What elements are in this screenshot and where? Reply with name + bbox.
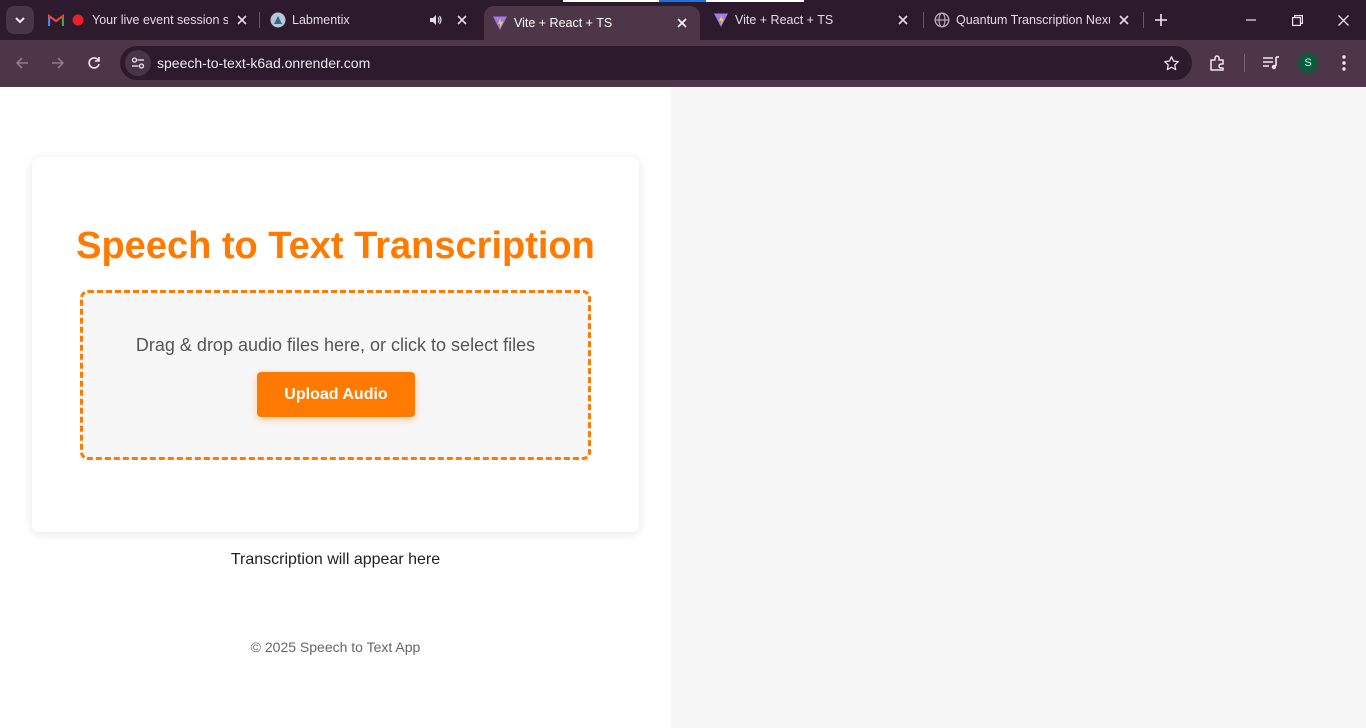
restore-icon <box>1291 14 1303 26</box>
close-icon <box>1337 14 1349 26</box>
tab-title: Vite + React + TS <box>735 13 834 27</box>
tab-loading-indicator <box>659 0 706 2</box>
dropzone-instructions: Drag & drop audio files here, or click t… <box>135 335 536 355</box>
media-controls-button[interactable] <box>1260 52 1282 74</box>
toolbar-separator <box>1244 54 1245 72</box>
tab-search-button[interactable] <box>6 6 34 34</box>
tab-title: Your live event session st <box>92 13 228 27</box>
tab-title: Vite + React + TS <box>514 16 613 30</box>
footer-copyright: © 2025 Speech to Text App <box>250 639 421 655</box>
reload-button[interactable] <box>79 48 109 78</box>
new-tab-button[interactable] <box>1144 0 1178 40</box>
close-icon[interactable] <box>234 12 250 28</box>
plus-icon <box>1155 14 1167 26</box>
restore-button[interactable] <box>1274 0 1320 40</box>
minimize-button[interactable] <box>1228 0 1274 40</box>
tab-loading-indicator <box>563 0 659 2</box>
tab-separator <box>259 12 260 28</box>
tab-quantum-transcription[interactable]: Quantum Transcription Nexu <box>928 0 1138 40</box>
tab-separator <box>923 12 924 28</box>
tab-title: Labmentix <box>292 13 350 27</box>
puzzle-icon <box>1210 55 1224 71</box>
close-icon[interactable] <box>1116 12 1132 28</box>
chevron-down-icon <box>15 17 25 24</box>
menu-button[interactable] <box>1333 52 1355 74</box>
browser-toolbar: speech-to-text-k6ad.onrender.com <box>0 40 1366 87</box>
transcription-output: Transcription will appear here <box>230 551 441 568</box>
extensions-button[interactable] <box>1207 52 1229 74</box>
page-title: Speech to Text Transcription <box>76 225 595 267</box>
tab-title: Quantum Transcription Nexu <box>956 13 1110 27</box>
bookmark-star-icon[interactable] <box>1162 54 1180 72</box>
arrow-left-icon <box>15 57 28 69</box>
tab-gmail[interactable]: Your live event session st <box>46 0 256 40</box>
vite-icon <box>713 12 729 28</box>
labmentix-icon <box>270 12 286 28</box>
reload-icon <box>88 57 100 69</box>
tab-vite-active[interactable]: Vite + React + TS <box>484 6 700 40</box>
forward-button[interactable] <box>43 48 73 78</box>
app-right-panel <box>671 87 1366 728</box>
arrow-right-icon <box>52 57 65 69</box>
close-icon[interactable] <box>895 12 911 28</box>
vite-icon <box>492 15 508 31</box>
url-text: speech-to-text-k6ad.onrender.com <box>157 55 371 71</box>
tab-labmentix[interactable]: Labmentix <box>266 0 476 40</box>
site-info-button[interactable] <box>125 50 151 76</box>
upload-audio-button[interactable]: Upload Audio <box>257 372 415 417</box>
tune-icon <box>131 57 145 69</box>
profile-avatar[interactable]: S <box>1298 53 1318 73</box>
speaker-icon[interactable] <box>428 12 444 28</box>
address-bar[interactable]: speech-to-text-k6ad.onrender.com <box>120 46 1192 80</box>
tab-vite[interactable]: Vite + React + TS <box>704 0 920 40</box>
gmail-icon <box>48 12 64 28</box>
close-icon[interactable] <box>674 15 690 31</box>
back-button[interactable] <box>7 48 37 78</box>
tab-strip: Your live event session st Labmentix Vit… <box>0 0 1366 40</box>
minimize-icon <box>1246 19 1256 21</box>
queue-music-icon <box>1263 56 1279 70</box>
recording-dot-icon <box>70 12 86 28</box>
more-vert-icon <box>1342 55 1346 71</box>
close-icon[interactable] <box>454 12 470 28</box>
close-window-button[interactable] <box>1320 0 1366 40</box>
globe-icon <box>934 12 950 28</box>
